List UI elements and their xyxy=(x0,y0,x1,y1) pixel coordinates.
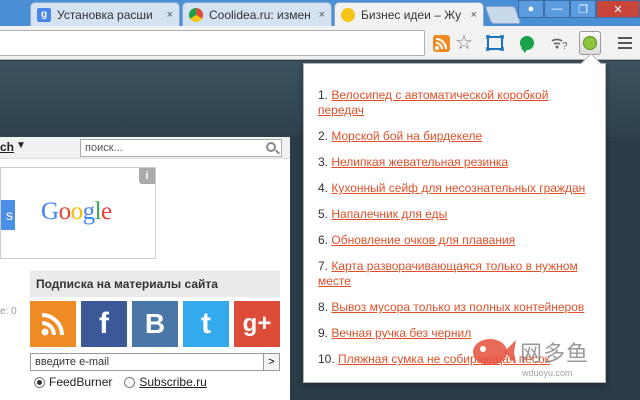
close-icon[interactable]: × xyxy=(471,9,477,21)
site-search-input[interactable]: поиск... xyxy=(80,139,282,157)
idea-link[interactable]: Карта разворачивающаяся только в нужном … xyxy=(318,259,578,288)
tab-label: Coolidea.ru: измен xyxy=(209,7,311,22)
list-item: 6. Обновление очков для плавания xyxy=(318,233,516,247)
lightbulb-icon xyxy=(583,36,597,50)
browser-toolbar: ☆ ? xyxy=(0,26,640,60)
ad-button[interactable]: s xyxy=(1,200,15,230)
vkontakte-icon: B xyxy=(144,308,166,339)
tab-strip: g Установка расши × Coolidea.ru: измен ×… xyxy=(0,0,640,27)
new-tab-button[interactable] xyxy=(484,6,522,24)
maximize-button[interactable]: ❐ xyxy=(570,0,596,18)
vkontakte-button[interactable]: B xyxy=(132,301,178,347)
idea-link[interactable]: Кухонный сейф для несознательных граждан xyxy=(331,181,585,195)
list-item: 8. Вывоз мусора только из полных контейн… xyxy=(318,300,585,314)
list-item: 7. Карта разворачивающаяся только в нужн… xyxy=(318,259,578,288)
list-item: 1. Велосипед с автоматической коробкой п… xyxy=(318,88,549,117)
list-item: 4. Кухонный сейф для несознательных граж… xyxy=(318,181,586,195)
list-item: 5. Напалечник для еды xyxy=(318,207,448,221)
idea-link[interactable]: Напалечник для еды xyxy=(331,207,447,221)
facebook-button[interactable]: f xyxy=(81,301,127,347)
window-controls: ● — ❐ ✕ xyxy=(518,0,640,18)
minimize-button[interactable]: — xyxy=(544,0,570,18)
google-plus-button[interactable]: g+ xyxy=(234,301,280,347)
tab-label: Бизнес идеи – Жу xyxy=(361,8,462,22)
watermark-text: 网多鱼 xyxy=(520,341,590,366)
close-icon[interactable]: × xyxy=(319,9,325,21)
coolidea-extension-button[interactable] xyxy=(579,31,601,55)
bookmark-star-icon[interactable]: ☆ xyxy=(453,32,475,54)
close-icon[interactable]: × xyxy=(167,9,173,21)
address-bar[interactable] xyxy=(0,30,425,56)
idea-link[interactable]: Вывоз мусора только из полных контейнеро… xyxy=(331,300,584,314)
idea-link[interactable]: Морской бой на бирдекеле xyxy=(331,129,482,143)
list-item: 3. Нелипкая жевательная резинка xyxy=(318,155,509,169)
page-content: ch ▼ поиск... s Google i Подписка на мат… xyxy=(0,137,290,400)
chrome-menu-icon[interactable] xyxy=(614,32,636,54)
person-icon[interactable]: ● xyxy=(518,0,544,18)
feed-options: FeedBurner Subscribe.ru xyxy=(34,375,207,389)
radio-subscribe[interactable] xyxy=(124,376,136,388)
screen-capture-icon[interactable] xyxy=(484,32,506,54)
svg-text:?: ? xyxy=(562,41,568,51)
rss-icon[interactable] xyxy=(430,32,452,54)
chrome-icon xyxy=(189,7,203,22)
radio-label-subscribe[interactable]: Subscribe.ru xyxy=(139,375,206,389)
idea-link[interactable]: Нелипкая жевательная резинка xyxy=(331,155,508,169)
chat-bubble-icon[interactable] xyxy=(516,32,538,54)
tab-install-extension[interactable]: g Установка расши × xyxy=(30,2,180,26)
radio-feedburner[interactable] xyxy=(34,376,45,388)
ad-info-icon[interactable]: i xyxy=(139,168,155,184)
bulb-icon xyxy=(341,8,355,22)
tab-coolidea[interactable]: Coolidea.ru: измен × xyxy=(182,2,332,26)
subscribe-header: Подписка на материалы сайта xyxy=(30,271,280,297)
nav-menu-item[interactable]: ch xyxy=(0,140,14,154)
site-nav: ch ▼ поиск... xyxy=(0,137,290,159)
sidebar-fragment: e: 0 xyxy=(0,306,17,317)
tab-label: Установка расши xyxy=(57,7,153,22)
rss-icon xyxy=(41,313,64,336)
google-plus-icon: g+ xyxy=(242,310,272,337)
google-ad[interactable]: s Google i xyxy=(0,167,156,259)
facebook-icon: f xyxy=(99,307,109,340)
idea-link[interactable]: Обновление очков для плавания xyxy=(331,233,515,247)
idea-link[interactable]: Велосипед с автоматической коробкой пере… xyxy=(318,88,548,117)
watermark: 网多鱼 wduoyu.com xyxy=(470,330,620,390)
search-icon[interactable] xyxy=(266,142,276,152)
idea-link[interactable]: Вечная ручка без чернил xyxy=(331,326,471,340)
email-submit-button[interactable]: > xyxy=(263,353,280,371)
list-item: 2. Морской бой на бирдекеле xyxy=(318,129,483,143)
google-logo: Google xyxy=(41,198,112,225)
close-window-button[interactable]: ✕ xyxy=(596,0,640,18)
tab-business-ideas[interactable]: Бизнес идеи – Жу × xyxy=(334,2,484,27)
twitter-icon: t xyxy=(201,307,211,340)
wifi-question-icon[interactable]: ? xyxy=(548,32,570,54)
nav-dropdown-arrow[interactable]: ▼ xyxy=(16,140,26,151)
twitter-button[interactable]: t xyxy=(183,301,229,347)
watermark-url: wduoyu.com xyxy=(522,368,573,378)
rss-button[interactable] xyxy=(30,301,76,347)
google-icon: g xyxy=(37,7,51,22)
email-field[interactable]: введите e-mail xyxy=(30,353,264,371)
radio-label-feedburner: FeedBurner xyxy=(49,375,113,389)
fish-logo-icon xyxy=(473,339,516,365)
